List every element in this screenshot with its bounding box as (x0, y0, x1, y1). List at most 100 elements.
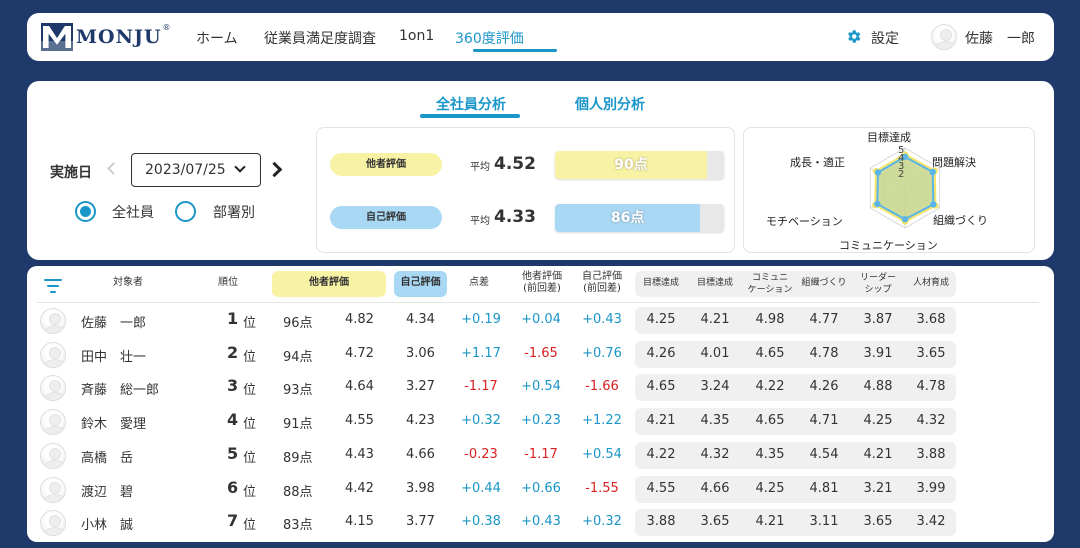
col-self-eval[interactable]: 自己評価 (394, 277, 447, 289)
date-select[interactable]: 2023/07/25 (131, 153, 261, 187)
others-prev-value: +0.43 (521, 514, 561, 530)
logo[interactable]: MONJU ® (41, 23, 171, 51)
col-category[interactable]: 目標達成 (635, 277, 687, 289)
col-others-prev[interactable]: 他者評価 (前回差) (513, 271, 571, 295)
rank-number: 4 (227, 410, 239, 430)
radio-all-employees-label: 全社員 (112, 205, 154, 221)
col-category[interactable]: 人材育成 (905, 277, 957, 289)
employee-name[interactable]: 小林 誠 (81, 514, 133, 533)
table-row[interactable]: 田中 壮一 2 位 94点 4.72 3.06 +1.17 -1.65 +0.76 4.26 4.0… (27, 338, 1054, 372)
radar-axis-label: 成長・適正 (790, 156, 845, 169)
employee-name[interactable]: 斉藤 総一郎 (81, 379, 159, 398)
radar-axis-label: 目標達成 (867, 131, 911, 144)
diff-value: +0.38 (461, 514, 501, 530)
score-points: 93点 (283, 383, 313, 399)
nav-1on1[interactable]: 1on1 (399, 28, 434, 44)
gear-icon[interactable] (845, 28, 862, 45)
radar-svg: 5432 (869, 145, 941, 229)
table-row[interactable]: 佐藤 一郎 1 位 96点 4.82 4.34 +0.19 +0.04 +0.43 4.25 4.2… (27, 304, 1054, 338)
self-prev-value: -1.66 (585, 379, 619, 395)
category-score: 4.22 (755, 379, 785, 395)
rank-unit: 位 (243, 316, 257, 331)
table-row[interactable]: 斉藤 総一郎 3 位 93点 4.64 3.27 -1.17 +0.54 -1.66 4.65 3.… (27, 371, 1054, 405)
category-score: 4.65 (646, 379, 676, 395)
radio-by-department[interactable] (175, 201, 196, 222)
nav-360-review[interactable]: 360度評価 (455, 28, 524, 48)
user-name[interactable]: 佐藤 一郎 (965, 28, 1035, 48)
self-eval-value: 3.27 (406, 379, 435, 395)
table-row[interactable]: 小林 誠 7 位 83点 4.15 3.77 +0.38 +0.43 +0.32 3.88 3.65… (27, 506, 1054, 540)
col-category[interactable]: コミュニ ケーション (743, 272, 797, 296)
employee-avatar (40, 341, 66, 368)
diff-value: +0.19 (461, 312, 501, 327)
self-eval-value: 3.77 (406, 514, 435, 530)
category-score: 4.88 (863, 379, 893, 395)
nav-employee-satisfaction[interactable]: 従業員満足度調査 (264, 28, 376, 48)
self-prev-value: +0.43 (582, 312, 622, 327)
col-category[interactable]: 組織づくり (797, 277, 851, 289)
score-points: 91点 (283, 417, 313, 433)
logo-mark-icon (41, 23, 73, 51)
col-self-prev[interactable]: 自己評価 (前回差) (573, 271, 631, 295)
ranking-table: 対象者 順位 他者評価 自己評価 点差 他者評価 (前回差) 自己評価 (前回差… (27, 266, 1054, 542)
employee-name[interactable]: 高橋 岳 (81, 447, 133, 466)
others-eval-value: 4.72 (345, 345, 374, 361)
table-row[interactable]: 渡辺 碧 6 位 88点 4.42 3.98 +0.44 +0.66 -1.55 4.55 4.66… (27, 473, 1054, 507)
category-score: 4.66 (700, 480, 730, 496)
others-avg-value: 4.52 (494, 154, 536, 174)
rank-number: 2 (227, 342, 239, 362)
radio-all-employees[interactable] (75, 201, 96, 222)
employee-name[interactable]: 鈴木 愛理 (81, 413, 146, 432)
radar-chart: 5432 目標達成 問題解決 組織づくり コミュニケーション モチベーション 成… (743, 127, 1035, 253)
category-score: 3.91 (863, 345, 893, 361)
user-avatar[interactable] (931, 24, 957, 50)
analysis-panel: 全社員分析 個人別分析 実施日 2023/07/25 全社員 部署別 他者評価 … (27, 81, 1054, 260)
col-category[interactable]: リーダー シップ (851, 272, 905, 296)
rank-number: 1 (227, 309, 239, 328)
category-score: 3.87 (863, 312, 893, 327)
table-row[interactable]: 高橋 岳 5 位 89点 4.43 4.66 -0.23 -1.17 +0.54 4.22 4.32… (27, 439, 1054, 473)
header-divider (37, 302, 1039, 303)
category-score: 3.24 (700, 379, 730, 395)
employee-name[interactable]: 渡辺 碧 (81, 481, 133, 500)
nav-home[interactable]: ホーム (196, 28, 238, 48)
category-score: 3.99 (916, 480, 946, 496)
col-rank[interactable]: 順位 (210, 277, 246, 289)
tab-individual-analysis[interactable]: 個人別分析 (575, 94, 645, 114)
category-score: 3.11 (809, 514, 839, 530)
employee-name[interactable]: 佐藤 一郎 (81, 312, 146, 331)
col-target[interactable]: 対象者 (108, 277, 148, 289)
filter-icon[interactable] (44, 279, 62, 293)
tab-company-analysis[interactable]: 全社員分析 (436, 94, 506, 114)
rank-number: 7 (227, 511, 239, 531)
category-score: 4.71 (809, 413, 839, 429)
others-avg-label: 平均 (470, 162, 490, 173)
self-eval-value: 4.66 (406, 446, 435, 462)
category-score: 4.25 (646, 312, 676, 327)
category-score: 3.21 (863, 480, 893, 496)
self-avg-label: 平均 (470, 216, 490, 227)
self-prev-value: +0.54 (582, 446, 622, 462)
col-others-eval[interactable]: 他者評価 (272, 277, 386, 289)
employee-name[interactable]: 田中 壮一 (81, 346, 146, 365)
category-score: 4.22 (646, 446, 676, 462)
self-score-fill: 86点 (555, 204, 701, 232)
diff-value: -1.17 (464, 379, 498, 395)
col-diff[interactable]: 点差 (459, 277, 499, 289)
date-label: 実施日 (50, 165, 92, 181)
settings-link[interactable]: 設定 (871, 28, 899, 48)
others-score-bar: 90点 (555, 151, 724, 179)
category-score: 4.54 (809, 446, 839, 462)
category-score: 4.78 (809, 345, 839, 361)
employee-avatar (40, 308, 66, 334)
logo-registered-mark: ® (162, 23, 171, 32)
next-date-chevron-icon[interactable] (266, 161, 283, 178)
others-prev-value: +0.04 (521, 312, 561, 327)
employee-avatar (40, 442, 66, 469)
table-row[interactable]: 鈴木 愛理 4 位 91点 4.55 4.23 +0.32 +0.23 +1.22 4.21 4.3… (27, 405, 1054, 439)
category-score: 4.81 (809, 480, 839, 496)
radar-axis-label: モチベーション (766, 215, 843, 228)
prev-date-chevron-icon[interactable] (107, 162, 120, 175)
col-category[interactable]: 目標達成 (689, 277, 741, 289)
self-prev-value: +0.76 (582, 345, 622, 361)
